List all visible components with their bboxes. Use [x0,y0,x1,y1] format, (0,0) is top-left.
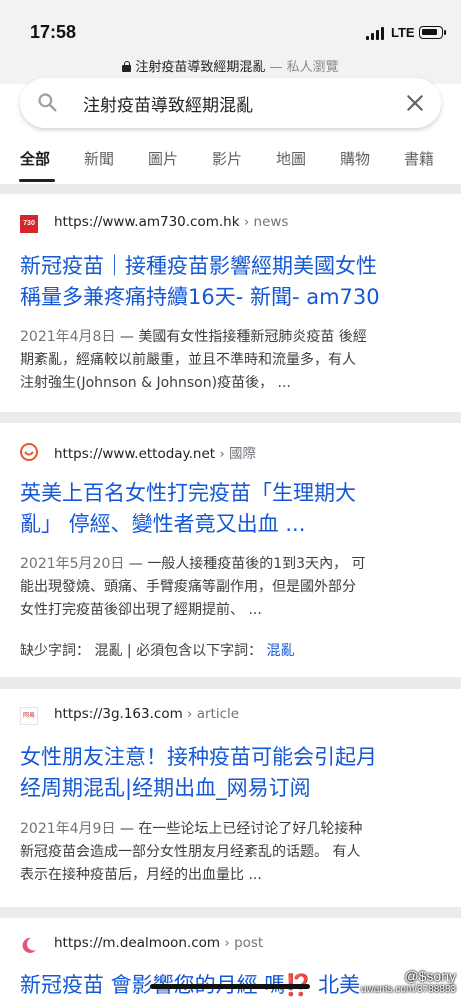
ettoday-favicon [20,443,38,461]
network-type: LTE [391,25,415,40]
result-source[interactable]: 730 https://www.am730.com.hk › news [20,213,440,235]
search-box[interactable]: 注射疫苗導致經期混亂 [20,78,441,128]
tab-all[interactable]: 全部 [20,148,50,169]
result-title-line: 英美上百名女性打完疫苗「生理期大 [20,481,356,505]
clock: 17:58 [30,22,77,42]
snippet-text: — 一般人接種疫苗後的1到3天內， 可 [124,556,366,572]
search-result: 网易 https://3g.163.com › article 女性朋友注意！接… [0,689,461,907]
result-breadcrumb: › post [220,935,264,951]
missing-terms: 缺少字詞： 混亂 | 必須包含以下字詞： 混亂 [20,640,295,660]
snippet-text: — 美國有女性指接種新冠肺炎疫苗 後經 [115,329,367,345]
result-date: 2021年4月8日 [20,329,116,345]
search-result: https://www.ettoday.net › 國際 英美上百名女性打完疫苗… [0,423,461,677]
result-breadcrumb: › article [182,706,240,722]
snippet-text: 期紊亂，經痛較以前嚴重，並且不準時和流量多，有人 [20,352,356,368]
am730-favicon: 730 [20,215,38,233]
result-title-line: 经周期混乱|经期出血_网易订阅 [20,776,311,800]
require-term-link[interactable]: 混亂 [267,643,295,659]
page-title: 注射疫苗導致經期混亂 [135,60,266,75]
search-header: 注射疫苗導致經期混亂 全部 新聞 圖片 影片 地圖 購物 書籍 [0,78,461,184]
tab-images[interactable]: 圖片 [148,148,178,169]
netease-favicon: 网易 [20,707,38,725]
watermark-site: uwants.com/3788883 [360,984,456,995]
result-snippet: 2021年5月20日 — 一般人接種疫苗後的1到3天內， 可 能出現發燒、頭痛、… [20,553,440,622]
private-browsing-label: — 私人瀏覽 [269,60,339,75]
snippet-text: 注射強生(Johnson & Johnson)疫苗後， ... [20,375,291,391]
result-source[interactable]: 网易 https://3g.163.com › article [20,705,440,727]
result-title-link[interactable]: 新冠疫苗｜接種疫苗影響經期美國女性 稱量多兼疼痛持續16天- 新聞- am730 [20,251,445,313]
search-icon[interactable] [37,92,57,112]
battery-icon [419,26,446,39]
result-title-link[interactable]: 英美上百名女性打完疫苗「生理期大 亂」 停經、變性者竟又出血 ... [20,478,445,540]
tab-books[interactable]: 書籍 [404,148,434,169]
result-source[interactable]: https://m.dealmoon.com › post [20,934,440,956]
tab-news[interactable]: 新聞 [84,148,114,169]
cellular-signal-icon [366,27,386,40]
result-url: https://3g.163.com [54,706,183,722]
result-breadcrumb: › news [239,214,289,230]
snippet-text: 女性打完疫苗後卻出現了經期提前、 ... [20,602,262,618]
moon-icon [22,937,36,953]
tab-shopping[interactable]: 購物 [340,148,370,169]
missing-terms-label: 缺少字詞： 混亂 | 必須包含以下字詞： [20,643,263,659]
result-title-line: 亂」 停經、變性者竟又出血 ... [20,512,306,536]
active-tab-indicator [19,179,55,182]
result-source[interactable]: https://www.ettoday.net › 國際 [20,441,440,463]
result-date: 2021年4月9日 [20,821,116,837]
clear-icon[interactable] [405,93,425,113]
result-url: https://m.dealmoon.com [54,935,221,951]
result-title-line: 稱量多兼疼痛持續16天- 新聞- am730 [20,285,380,309]
tab-videos[interactable]: 影片 [212,148,242,169]
snippet-text: 表示在接种疫苗后，月经的出血量比 ... [20,867,262,883]
result-title-link[interactable]: 女性朋友注意！接种疫苗可能会引起月 经周期混乱|经期出血_网易订阅 [20,742,445,804]
snippet-text: 能出現發燒、頭痛、手臂痠痛等副作用，但是國外部分 [20,579,356,595]
snippet-text: — 在一些论坛上已经讨论了好几轮接种 [115,821,363,837]
result-url: https://www.ettoday.net [54,446,216,462]
page: 17:58 LTE 注射疫苗導致經期混亂 — 私人瀏覽 注射疫苗導致經期混亂 全… [0,0,461,1000]
result-title-line: 女性朋友注意！接种疫苗可能会引起月 [20,745,377,769]
search-result: 730 https://www.am730.com.hk › news 新冠疫苗… [0,194,461,412]
tab-maps[interactable]: 地圖 [276,148,306,169]
result-title-line: 新冠疫苗｜接種疫苗影響經期美國女性 [20,254,377,278]
watermark: @$sony uwants.com/3788883 [320,968,456,995]
watermark-handle: @$sony [404,968,456,984]
result-snippet: 2021年4月8日 — 美國有女性指接種新冠肺炎疫苗 後經 期紊亂，經痛較以前嚴… [20,326,440,395]
home-indicator[interactable] [150,984,310,989]
result-snippet: 2021年4月9日 — 在一些论坛上已经讨论了好几轮接种 新冠疫苗会造成一部分女… [20,818,440,887]
lock-icon [122,61,132,72]
status-bar: 17:58 LTE [0,0,461,48]
result-url: https://www.am730.com.hk [54,214,240,230]
result-date: 2021年5月20日 [20,556,125,572]
result-breadcrumb: › 國際 [215,446,257,462]
snippet-text: 新冠疫苗会造成一部分女性朋友月经紊乱的话题。 有人 [20,844,361,860]
search-tabs: 全部 新聞 圖片 影片 地圖 購物 書籍 [0,144,461,184]
search-input[interactable]: 注射疫苗導致經期混亂 [83,91,253,116]
